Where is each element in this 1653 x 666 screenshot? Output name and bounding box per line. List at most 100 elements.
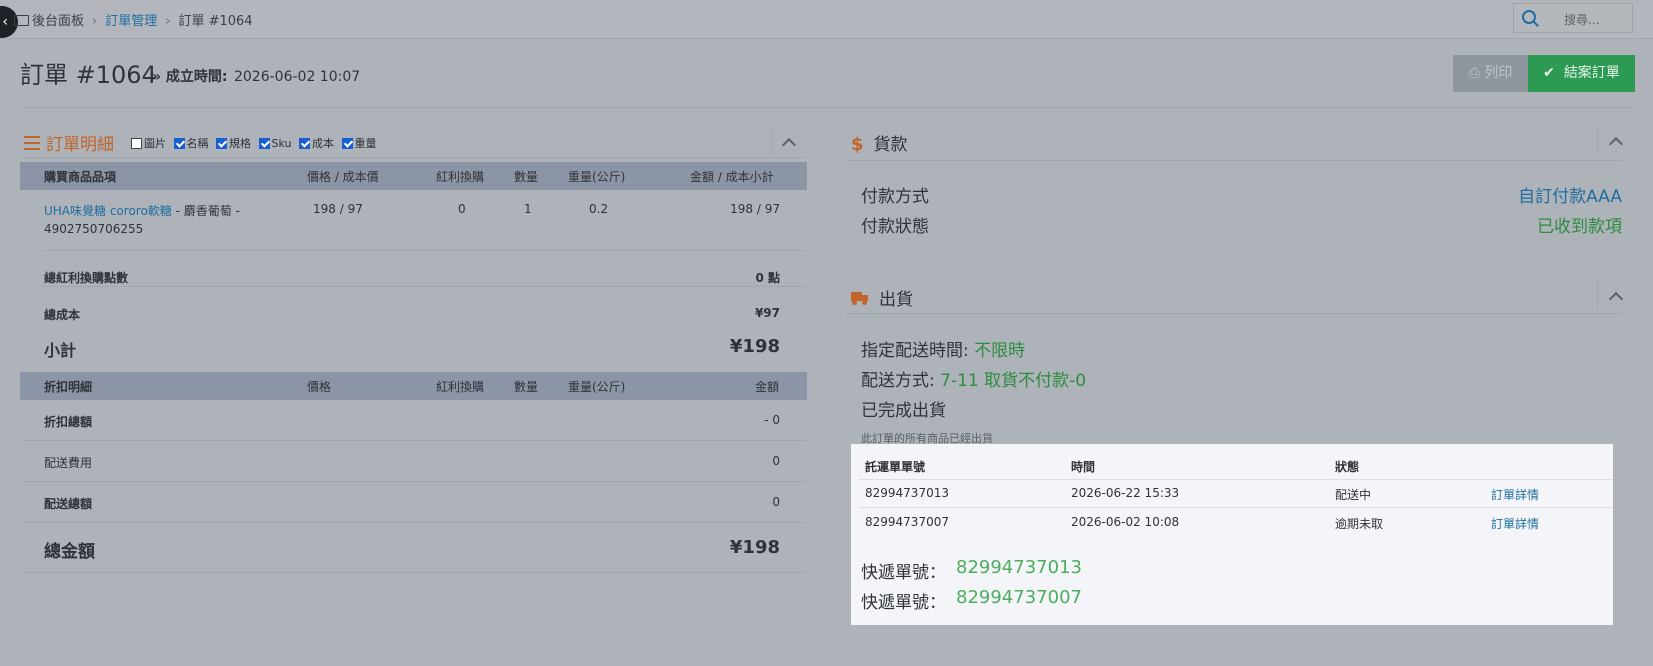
- item-weight: 0.2: [589, 202, 609, 216]
- row-divider: [20, 440, 807, 441]
- shipment-table-panel: 託運單單號 時間 狀態 82994737013 2026-06-22 15:33…: [851, 444, 1613, 625]
- col-weight: 重量(公斤): [568, 170, 626, 184]
- divider: [1597, 280, 1598, 310]
- created-time: » 成立時間: 2026-06-02 10:07: [152, 66, 360, 86]
- close-order-label: 結案訂單: [1563, 65, 1620, 81]
- section-divider: [846, 160, 1622, 161]
- shipment-detail-link[interactable]: 訂單詳情: [1491, 486, 1539, 503]
- payment-title-text: 貨款: [873, 135, 908, 155]
- shipping-title-text: 出貨: [879, 290, 913, 310]
- shipment-time: 2026-06-02 10:08: [1071, 515, 1180, 529]
- total-cost-value: ¥97: [754, 306, 780, 320]
- chevron-left-icon: ‹: [2, 14, 8, 30]
- col-bonus: 紅利換購: [436, 170, 485, 184]
- search-box[interactable]: 搜尋...: [1513, 3, 1633, 33]
- delivery-time-label: 指定配送時間:: [861, 341, 969, 361]
- breadcrumb-orders[interactable]: 訂單管理: [105, 14, 157, 29]
- total-bonus-value: 0 點: [755, 271, 780, 285]
- shipping-total-label: 配送總額: [44, 497, 93, 511]
- subtotal-value: ¥198: [729, 336, 780, 357]
- col-discount-price: 價格: [307, 380, 332, 394]
- row-divider: [42, 250, 807, 251]
- created-value: 2026-06-02 10:07: [233, 69, 361, 85]
- toggle-name-checkbox[interactable]: [173, 137, 185, 149]
- order-detail-title-text: 訂單明細: [46, 135, 114, 155]
- breadcrumb: 後台面板 › 訂單管理 › 訂單 #1064: [14, 10, 253, 29]
- toggle-name-label: 名稱: [186, 137, 209, 150]
- discount-total-value: - 0: [764, 413, 780, 427]
- col-qty: 數量: [514, 170, 539, 184]
- print-label: 列印: [1484, 65, 1513, 81]
- payment-status-label: 付款狀態: [861, 217, 929, 237]
- payment-method-label: 付款方式: [861, 187, 929, 207]
- toggle-spec-checkbox[interactable]: [216, 137, 227, 149]
- toggle-sku-label: Sku: [271, 137, 292, 150]
- item-name-link[interactable]: UHA味覺糖 cororo軟糖: [44, 204, 172, 218]
- section-divider: [846, 313, 1622, 314]
- tracking-label: 快遞單號：: [861, 563, 946, 583]
- col-item: 購買商品品項: [44, 170, 117, 184]
- divider: [771, 125, 772, 155]
- delivery-method-value: 7-11 取貨不付款-0: [940, 371, 1087, 391]
- section-divider: [20, 157, 807, 158]
- delivery-method: 配送方式: 7-11 取貨不付款-0: [861, 366, 1086, 391]
- printer-icon: ⎙: [1468, 65, 1480, 81]
- toggle-weight-label: 重量: [354, 137, 377, 150]
- breadcrumb-separator: ›: [165, 14, 171, 29]
- tracking-number: 82994737013: [956, 557, 1082, 578]
- row-divider: [42, 286, 807, 287]
- col-discount: 折扣明細: [44, 380, 93, 394]
- delivery-method-label: 配送方式:: [861, 371, 935, 391]
- toggle-cost-checkbox[interactable]: [299, 137, 310, 149]
- col-time: 時間: [1071, 460, 1096, 474]
- dashboard-icon: [14, 15, 29, 26]
- item-amount: 198 / 97: [730, 202, 780, 216]
- collapse-payment-icon[interactable]: [1608, 136, 1624, 152]
- check-icon: ✔: [1543, 65, 1555, 81]
- breadcrumb-separator: ›: [92, 14, 98, 29]
- col-status: 狀態: [1335, 460, 1360, 474]
- item-bonus: 0: [458, 202, 466, 216]
- toggle-weight-checkbox[interactable]: [341, 137, 353, 149]
- search-icon[interactable]: [1522, 10, 1536, 24]
- toggle-image-label: 圖片: [144, 137, 166, 150]
- toggle-image-checkbox[interactable]: [131, 137, 142, 149]
- dollar-icon: $: [851, 134, 864, 155]
- row-divider: [20, 481, 807, 482]
- col-price-cost: 價格 / 成本價: [307, 170, 379, 184]
- tracking-label: 快遞單號：: [861, 593, 946, 613]
- shipment-status: 配送中: [1335, 488, 1372, 502]
- column-toggles: 圖片 名稱 規格 Sku 成本 重量: [127, 135, 377, 151]
- shipment-complete: 已完成出貨: [861, 401, 946, 421]
- shipment-detail-link[interactable]: 訂單詳情: [1491, 515, 1539, 532]
- item-sku: 4902750706255: [44, 222, 144, 236]
- payment-title: $ 貨款: [851, 130, 908, 155]
- shipping-title: 出貨: [851, 285, 913, 310]
- grand-total-value: ¥198: [729, 537, 780, 558]
- delivery-time-value: 不限時: [974, 341, 1026, 361]
- row-divider: [859, 507, 1613, 508]
- panel-bottom: [20, 572, 807, 573]
- col-discount-amount: 金額: [755, 380, 780, 394]
- order-detail-title: 訂單明細: [24, 130, 114, 155]
- breadcrumb-dashboard[interactable]: 後台面板: [32, 14, 84, 29]
- toggle-spec-label: 規格: [229, 137, 251, 150]
- search-input[interactable]: 搜尋...: [1564, 11, 1599, 28]
- toggle-sku-checkbox[interactable]: [258, 137, 270, 149]
- total-bonus-label: 總紅利換購點數: [44, 271, 129, 285]
- shipping-total-value: 0: [772, 495, 780, 509]
- col-discount-qty: 數量: [514, 380, 539, 394]
- print-button[interactable]: ⎙ 列印: [1453, 55, 1528, 92]
- item-variant: - 麝香葡萄 -: [171, 204, 240, 218]
- tracking-number: 82994737007: [956, 587, 1082, 608]
- row-divider: [20, 522, 807, 523]
- col-amount: 金額 / 成本小計: [690, 170, 774, 184]
- collapse-order-detail-icon[interactable]: [781, 137, 797, 153]
- col-discount-weight: 重量(公斤): [568, 380, 626, 394]
- subtotal-label: 小計: [44, 341, 77, 360]
- close-order-button[interactable]: ✔ 結案訂單: [1528, 55, 1635, 92]
- collapse-shipping-icon[interactable]: [1608, 291, 1624, 307]
- shipment-status: 逾期未取: [1335, 517, 1384, 531]
- row-divider: [859, 479, 1613, 480]
- toggle-cost-label: 成本: [312, 137, 334, 150]
